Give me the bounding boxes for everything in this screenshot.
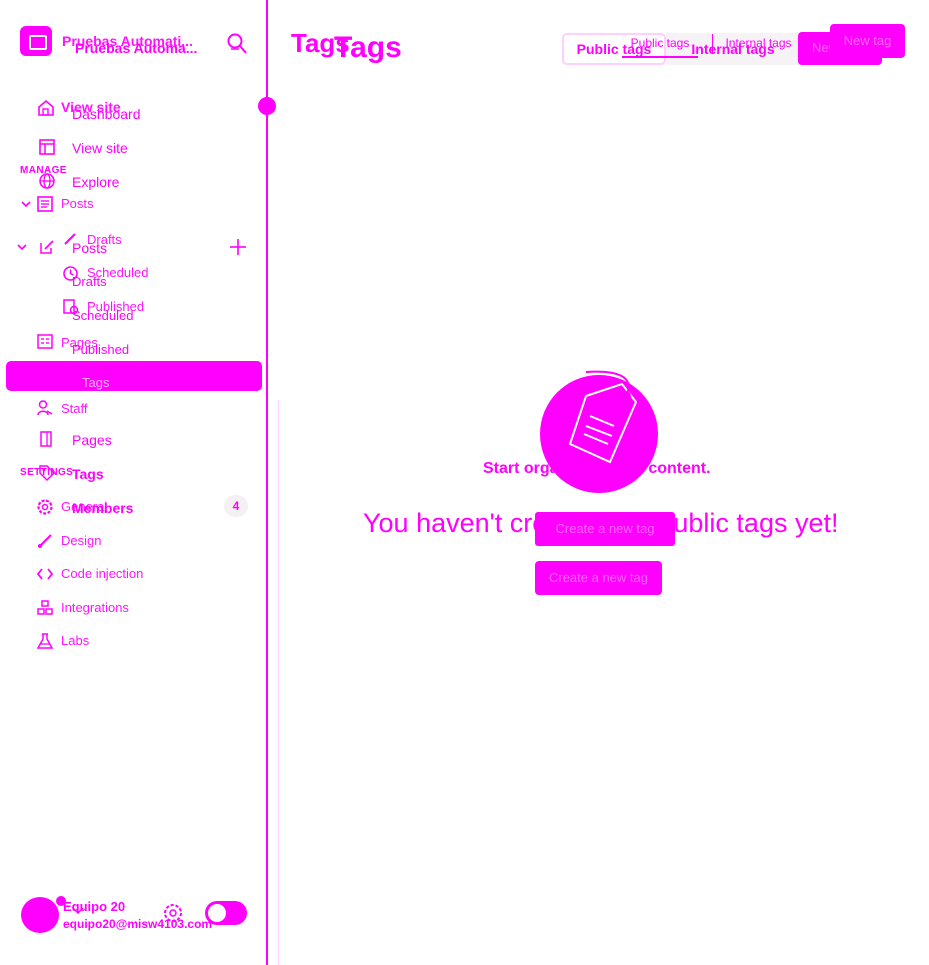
- posts-chevron-down-icon[interactable]: [16, 241, 28, 253]
- tab-internal-tags-ghost[interactable]: Internal tags: [712, 34, 804, 54]
- nav-dashboard[interactable]: Dashboard: [72, 106, 141, 122]
- code-icon: [36, 566, 54, 582]
- design-brush-icon: [36, 532, 54, 550]
- search-icon[interactable]: [226, 32, 248, 56]
- empty-state-subtitle: Start organizing your content.: [483, 460, 711, 477]
- nav-published[interactable]: Published: [72, 342, 129, 357]
- user-email: equipo20@misw4103.com: [63, 917, 213, 931]
- nav-tags-active[interactable]: [6, 361, 262, 391]
- nav-tags[interactable]: Tags: [72, 466, 104, 482]
- labs-flask-icon: [36, 632, 54, 650]
- sidebar-resize-handle[interactable]: [258, 97, 276, 115]
- nav-integrations[interactable]: Integrations: [61, 600, 129, 615]
- gear-icon: [36, 498, 54, 516]
- sidebar-divider: [266, 0, 268, 965]
- home-icon: [36, 98, 56, 118]
- nav-drafts[interactable]: Drafts: [72, 274, 107, 289]
- edit-posts-icon: [38, 238, 56, 256]
- nav-code-injection[interactable]: Code injection: [61, 566, 143, 581]
- dark-mode-toggle[interactable]: [205, 901, 247, 925]
- sidebar-border-line: [278, 400, 279, 965]
- pages-ghost-icon: [36, 333, 54, 350]
- nav-posts[interactable]: Posts: [72, 240, 107, 256]
- new-tag-button-ghost[interactable]: New tag: [830, 24, 905, 58]
- nav-explore[interactable]: Explore: [72, 174, 119, 190]
- settings-gear-icon[interactable]: [162, 902, 184, 924]
- nav-staff-ghost[interactable]: Staff: [61, 401, 88, 416]
- site-name[interactable]: Pruebas Automa...: [75, 40, 197, 56]
- create-tag-button-ghost[interactable]: Create a new tag: [535, 512, 675, 546]
- nav-labs[interactable]: Labs: [61, 633, 89, 648]
- create-tag-button[interactable]: Create a new tag: [535, 561, 662, 595]
- tab-public-tags-ghost[interactable]: Public tags: [622, 34, 698, 58]
- avatar[interactable]: [21, 897, 59, 933]
- tag-icon: [38, 464, 56, 482]
- user-name: Equipo 20: [63, 899, 126, 914]
- posts-ghost-icon: [36, 195, 54, 213]
- staff-icon: [36, 399, 54, 417]
- pages-icon: [38, 430, 54, 448]
- nav-view-site[interactable]: View site: [72, 140, 128, 156]
- nav-posts-ghost[interactable]: Posts: [61, 196, 94, 211]
- chevron-down-icon[interactable]: [20, 198, 32, 210]
- members-count-badge: 4: [224, 495, 248, 517]
- view-site-icon: [38, 138, 56, 156]
- nav-pages[interactable]: Pages: [72, 432, 112, 448]
- add-post-plus-icon[interactable]: [228, 237, 248, 257]
- page-title: Tags: [334, 31, 402, 64]
- nav-members[interactable]: Members: [72, 500, 133, 516]
- nav-scheduled[interactable]: Scheduled: [72, 308, 133, 323]
- integrations-icon: [36, 599, 54, 617]
- nav-design[interactable]: Design: [61, 533, 101, 548]
- sidebar: Pruebas Automati... Pruebas Automa... Vi…: [0, 0, 268, 965]
- globe-icon: [38, 172, 56, 190]
- site-logo[interactable]: [20, 26, 52, 56]
- nav-tags-ghost[interactable]: Tags: [82, 375, 109, 390]
